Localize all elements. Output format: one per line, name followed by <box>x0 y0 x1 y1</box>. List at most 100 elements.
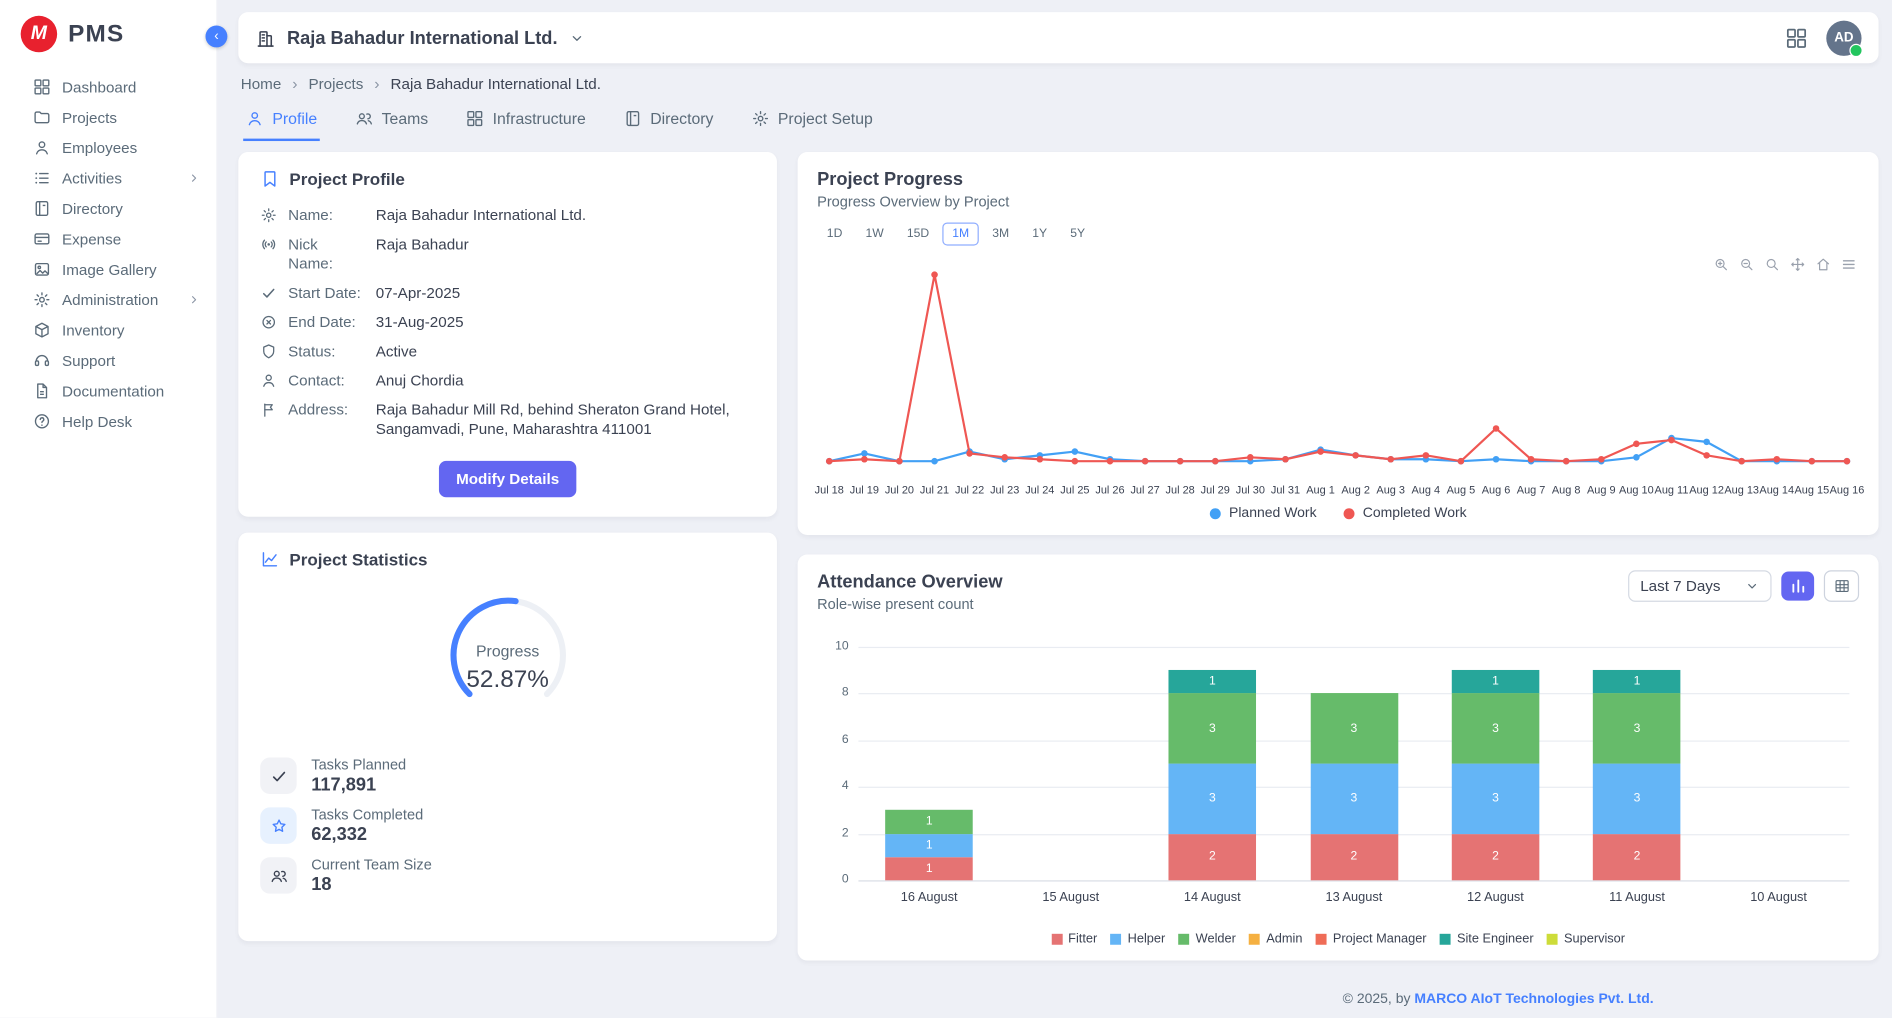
field-label: Contact: <box>288 371 365 390</box>
legend-supervisor[interactable]: Supervisor <box>1547 931 1625 946</box>
card-title: Project Progress <box>817 169 1859 190</box>
legend-admin[interactable]: Admin <box>1249 931 1302 946</box>
field-start-date: Start Date:07-Apr-2025 <box>260 283 755 302</box>
company-name: Raja Bahadur International Ltd. <box>287 27 558 48</box>
breadcrumb-home[interactable]: Home <box>241 75 282 92</box>
support-icon <box>33 351 51 369</box>
range-3m[interactable]: 3M <box>983 223 1019 246</box>
legend-planned-work[interactable]: Planned Work <box>1210 506 1317 521</box>
sidebar-item-label: Image Gallery <box>62 261 157 278</box>
range-1y[interactable]: 1Y <box>1023 223 1057 246</box>
legend-fitter[interactable]: Fitter <box>1051 931 1097 946</box>
star-icon <box>269 816 287 834</box>
project-statistics-card: Project Statistics Progress 52.87% Tasks… <box>238 533 777 942</box>
card-title: Project Statistics <box>289 550 427 569</box>
legend-swatch <box>1179 933 1190 944</box>
table-view-button[interactable] <box>1824 570 1859 602</box>
sidebar-item-dashboard[interactable]: Dashboard <box>0 72 216 102</box>
app-name: PMS <box>68 20 124 48</box>
range-1w[interactable]: 1W <box>856 223 894 246</box>
attendance-overview-card: Attendance Overview Role-wise present co… <box>798 554 1879 960</box>
legend-label: Site Engineer <box>1457 931 1534 946</box>
breadcrumb-separator: › <box>374 74 379 92</box>
sidebar-item-activities[interactable]: Activities <box>0 163 216 193</box>
date-range-select[interactable]: Last 7 Days <box>1628 570 1771 602</box>
employees-icon <box>33 139 51 157</box>
legend-swatch <box>1111 933 1122 944</box>
sidebar-item-support[interactable]: Support <box>0 345 216 375</box>
range-selector: 1D 1W 15D 1M 3M 1Y 5Y <box>817 223 1859 246</box>
directory-icon <box>33 199 51 217</box>
app-logo[interactable]: M PMS <box>0 0 216 52</box>
footer-company-link[interactable]: MARCO AIoT Technologies Pvt. Ltd. <box>1414 992 1653 1007</box>
sidebar-item-directory[interactable]: Directory <box>0 193 216 223</box>
administration-icon <box>33 291 51 309</box>
logo-mark-icon: M <box>21 16 57 52</box>
sidebar-item-label: Directory <box>62 200 123 217</box>
sidebar: M PMS Dashboard Projects Employees Activ… <box>0 0 218 1018</box>
company-selector[interactable]: Raja Bahadur International Ltd. <box>255 27 584 48</box>
legend-site-engineer[interactable]: Site Engineer <box>1440 931 1534 946</box>
legend-swatch <box>1316 933 1327 944</box>
sidebar-item-label: Dashboard <box>62 78 136 95</box>
legend-helper[interactable]: Helper <box>1111 931 1166 946</box>
sidebar-item-projects[interactable]: Projects <box>0 102 216 132</box>
sidebar-item-administration[interactable]: Administration <box>0 285 216 315</box>
project-profile-card: Project Profile Name:Raja Bahadur Intern… <box>238 152 777 517</box>
tab-project-setup[interactable]: Project Setup <box>749 102 876 141</box>
chart-line-icon <box>260 550 279 569</box>
sidebar-item-inventory[interactable]: Inventory <box>0 315 216 345</box>
field-value: Raja Bahadur Mill Rd, behind Sheraton Gr… <box>376 400 755 439</box>
range-5y[interactable]: 5Y <box>1061 223 1095 246</box>
field-value: Active <box>376 342 417 361</box>
chart-view-button[interactable] <box>1781 571 1814 600</box>
sidebar-item-expense[interactable]: Expense <box>0 224 216 254</box>
select-value: Last 7 Days <box>1640 578 1720 595</box>
legend-swatch <box>1547 933 1558 944</box>
directory-tab-icon <box>623 109 641 127</box>
avatar-initials: AD <box>1834 30 1853 45</box>
sidebar-item-employees[interactable]: Employees <box>0 133 216 163</box>
modify-details-button[interactable]: Modify Details <box>439 461 576 497</box>
user-avatar[interactable]: AD <box>1826 20 1861 55</box>
sidebar-item-label: Activities <box>62 170 122 187</box>
sidebar-item-image-gallery[interactable]: Image Gallery <box>0 254 216 284</box>
tab-teams[interactable]: Teams <box>352 102 430 141</box>
breadcrumb-projects[interactable]: Projects <box>308 75 363 92</box>
legend-label: Supervisor <box>1564 931 1625 946</box>
apps-grid-icon[interactable] <box>1785 26 1808 49</box>
breadcrumb-separator: › <box>292 74 297 92</box>
tab-label: Profile <box>272 109 317 127</box>
legend-completed-work[interactable]: Completed Work <box>1343 506 1466 521</box>
sidebar-collapse-button[interactable]: ‹ <box>205 26 227 48</box>
breadcrumb-current: Raja Bahadur International Ltd. <box>391 75 601 92</box>
range-1m[interactable]: 1M <box>943 223 979 246</box>
documentation-icon <box>33 382 51 400</box>
tab-directory[interactable]: Directory <box>621 102 716 141</box>
field-contact: Contact:Anuj Chordia <box>260 371 755 390</box>
bookmark-icon <box>260 169 279 188</box>
range-15d[interactable]: 15D <box>897 223 939 246</box>
sidebar-item-help-desk[interactable]: Help Desk <box>0 406 216 436</box>
main-area: Raja Bahadur International Ltd. AD Home … <box>218 0 1892 1018</box>
range-1d[interactable]: 1D <box>817 223 852 246</box>
team-icon <box>269 866 287 884</box>
tab-bar: Profile Teams Infrastructure Directory P… <box>238 102 1878 141</box>
legend-welder[interactable]: Welder <box>1179 931 1236 946</box>
field-end-date: End Date:31-Aug-2025 <box>260 312 755 331</box>
tab-profile[interactable]: Profile <box>243 102 319 141</box>
legend-project-manager[interactable]: Project Manager <box>1316 931 1427 946</box>
online-status-dot <box>1849 43 1862 56</box>
sidebar-item-label: Administration <box>62 291 158 308</box>
projects-icon <box>33 108 51 126</box>
sidebar-item-label: Projects <box>62 109 117 126</box>
stat-label: Tasks Completed <box>311 806 423 823</box>
flag-icon <box>260 401 277 418</box>
sidebar-item-documentation[interactable]: Documentation <box>0 376 216 406</box>
progress-gauge: Progress 52.87% <box>429 586 587 729</box>
broadcast-icon <box>260 236 277 253</box>
tab-infrastructure[interactable]: Infrastructure <box>463 102 588 141</box>
check-icon <box>269 767 287 785</box>
footer-text: © 2025, by <box>1343 992 1415 1007</box>
field-value: 07-Apr-2025 <box>376 283 461 302</box>
